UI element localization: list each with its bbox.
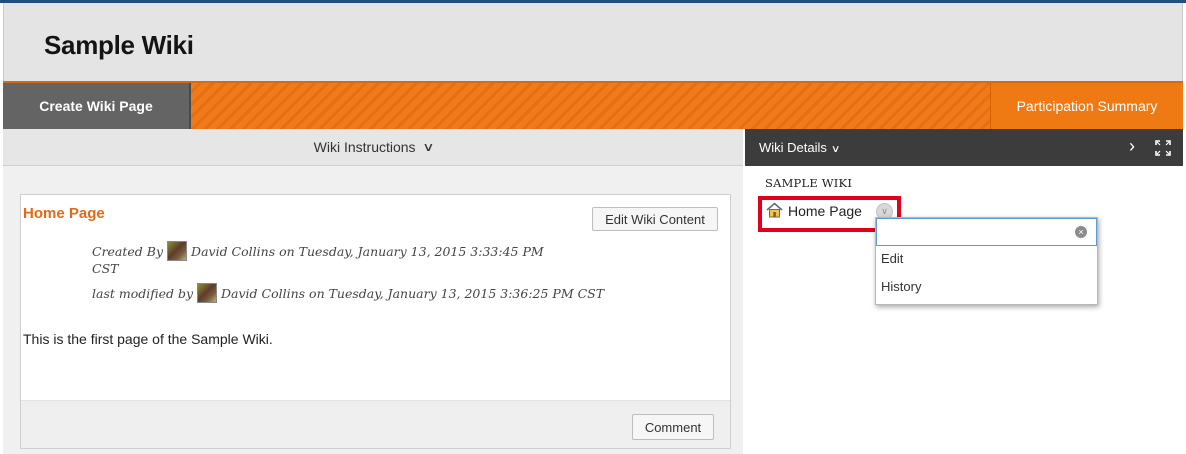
context-menu: × Edit History <box>875 217 1098 305</box>
page-title: Sample Wiki <box>44 30 194 60</box>
create-wiki-page-button[interactable]: Create Wiki Page <box>3 83 191 129</box>
expand-icon[interactable] <box>1155 140 1171 156</box>
created-by-details: David Collins on Tuesday, January 13, 20… <box>191 244 544 259</box>
last-modified-line: last modified by David Collins on Tuesday… <box>92 283 604 303</box>
menu-item-edit[interactable]: Edit <box>881 251 903 266</box>
last-modified-label: last modified by <box>92 286 194 301</box>
created-timezone: CST <box>92 261 119 276</box>
menu-search-input[interactable]: × <box>876 218 1097 246</box>
menu-item-history[interactable]: History <box>881 279 921 294</box>
action-bar: Create Wiki Page Participation Summary <box>3 81 1183 129</box>
participation-summary-button[interactable]: Participation Summary <box>990 83 1183 129</box>
wiki-page-body: This is the first page of the Sample Wik… <box>23 331 273 347</box>
wiki-details-toggle[interactable]: Wiki Details ∨ <box>759 140 841 155</box>
created-by-line: Created By David Collins on Tuesday, Janu… <box>92 241 544 261</box>
chevron-down-icon: ∨ <box>830 144 841 155</box>
wiki-details-label: Wiki Details <box>759 140 827 155</box>
avatar <box>167 241 188 261</box>
created-by-label: Created By <box>92 244 164 259</box>
card-footer <box>21 400 730 448</box>
wiki-page-title: Home Page <box>23 205 105 222</box>
wiki-details-bar: Wiki Details ∨ › <box>745 129 1183 166</box>
wiki-instructions-label: Wiki Instructions <box>313 139 416 155</box>
wiki-page-card: Home Page <box>20 194 731 449</box>
chevron-right-icon[interactable]: › <box>1129 136 1135 157</box>
comment-button[interactable]: Comment <box>632 414 714 440</box>
edit-wiki-content-button[interactable]: Edit Wiki Content <box>592 207 718 231</box>
clear-icon[interactable]: × <box>1075 226 1087 238</box>
avatar <box>197 283 218 303</box>
wiki-instructions-toggle[interactable]: Wiki Instructions ∨ <box>3 129 743 166</box>
last-modified-details: David Collins on Tuesday, January 13, 20… <box>221 286 605 301</box>
wiki-name: SAMPLE WIKI <box>765 176 853 190</box>
page-header: Sample Wiki <box>3 3 1183 81</box>
chevron-down-icon: ∨ <box>421 140 435 154</box>
